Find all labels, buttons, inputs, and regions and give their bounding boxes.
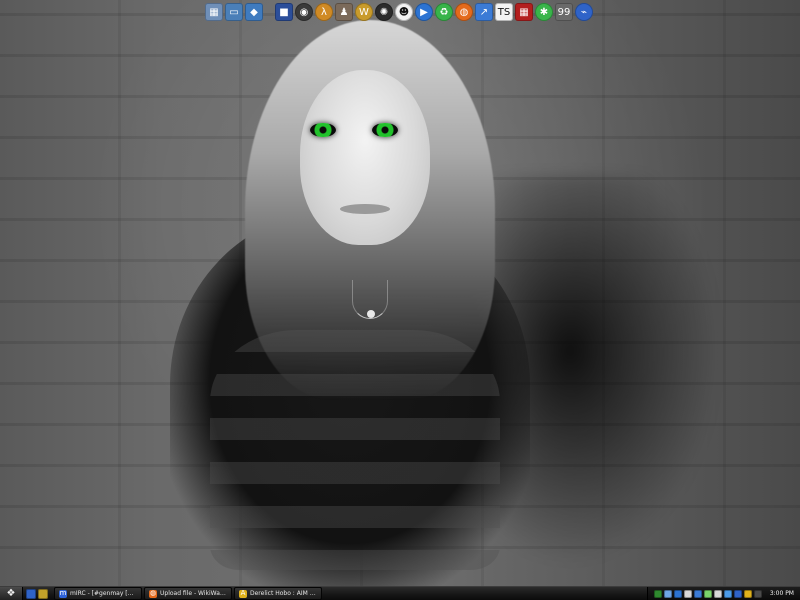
task-mirc-icon: m (59, 589, 67, 598)
top-icon-group-left: ▦ ▭ ◆ (205, 3, 263, 21)
task-mirc[interactable]: m mIRC - [#genmay [66... (54, 587, 142, 600)
recycle-icon[interactable]: ♻ (435, 3, 453, 21)
network-icon[interactable]: ▦ (205, 3, 223, 21)
task-upload-file-label: Upload file - WikiWaffl... (160, 590, 227, 597)
arrow-app-icon[interactable]: ↗ (475, 3, 493, 21)
teamspeak-icon[interactable]: TS (495, 3, 513, 21)
tray-icon-6[interactable] (703, 589, 712, 598)
task-aim-icon: A (239, 589, 247, 598)
compass-icon[interactable]: ⌁ (575, 3, 593, 21)
desktop-wallpaper (0, 0, 800, 587)
tray-icon-11[interactable] (753, 589, 762, 598)
tray-icon-9[interactable] (733, 589, 742, 598)
taskbar-buttons: m mIRC - [#genmay [66... ◍ Upload file - Wi… (51, 587, 322, 600)
panda-icon[interactable]: ☻ (395, 3, 413, 21)
tray-icon-7[interactable] (713, 589, 722, 598)
wallpaper-eye-right (372, 123, 398, 137)
tray-icon-10[interactable] (743, 589, 752, 598)
task-upload-file[interactable]: ◍ Upload file - WikiWaffl... (144, 587, 232, 600)
quicklaunch-ie-icon[interactable] (26, 588, 36, 599)
tray-icon-8[interactable] (723, 589, 732, 598)
task-mirc-label: mIRC - [#genmay [66... (70, 590, 137, 597)
task-aim[interactable]: A Derelict Hobo : AIM - R... (234, 587, 322, 600)
media-player-icon[interactable]: ▶ (415, 3, 433, 21)
clock[interactable]: 3:00 PM (770, 590, 794, 597)
tray-icons (653, 589, 762, 598)
half-life-icon[interactable]: λ (315, 3, 333, 21)
quick-launch (23, 588, 51, 599)
start-button[interactable]: ❖ (0, 587, 23, 600)
tray-icon-1[interactable] (653, 589, 662, 598)
tray-icon-3[interactable] (673, 589, 682, 598)
taskbar: ❖ m mIRC - [#genmay [66... ◍ Upload file - … (0, 586, 800, 600)
tray-icon-2[interactable] (663, 589, 672, 598)
tray-icon-4[interactable] (683, 589, 692, 598)
task-upload-file-icon: ◍ (149, 589, 157, 598)
top-icon-bar: ▦ ▭ ◆ ■ ◉ λ ♟ W ✺ ☻ ▶ ♻ ◍ ↗ TS ▦ ✱ 99 ⌁ (205, 2, 593, 22)
wallpaper-eye-left (310, 123, 336, 137)
wallpaper-face (300, 70, 430, 245)
top-icon-group-right: ■ ◉ λ ♟ W ✺ ☻ ▶ ♻ ◍ ↗ TS ▦ ✱ 99 ⌁ (275, 3, 593, 21)
wallpaper-lips (340, 204, 390, 214)
quicklaunch-app-icon[interactable] (38, 588, 48, 599)
warcraft-icon[interactable]: W (355, 3, 373, 21)
figure-icon[interactable]: ♟ (335, 3, 353, 21)
wallpaper-pendant (367, 310, 375, 318)
globe-icon[interactable]: ◉ (295, 3, 313, 21)
monitor-99-icon[interactable]: 99 (555, 3, 573, 21)
firefox-icon[interactable]: ◍ (455, 3, 473, 21)
monitor-icon[interactable]: ▭ (225, 3, 243, 21)
tray-icon-5[interactable] (693, 589, 702, 598)
cube-icon[interactable]: ◆ (245, 3, 263, 21)
square-app-icon[interactable]: ■ (275, 3, 293, 21)
spiral-icon[interactable]: ✺ (375, 3, 393, 21)
task-aim-label: Derelict Hobo : AIM - R... (250, 590, 317, 597)
gear-green-icon[interactable]: ✱ (535, 3, 553, 21)
tetris-icon[interactable]: ▦ (515, 3, 533, 21)
system-tray: 3:00 PM (646, 587, 800, 600)
